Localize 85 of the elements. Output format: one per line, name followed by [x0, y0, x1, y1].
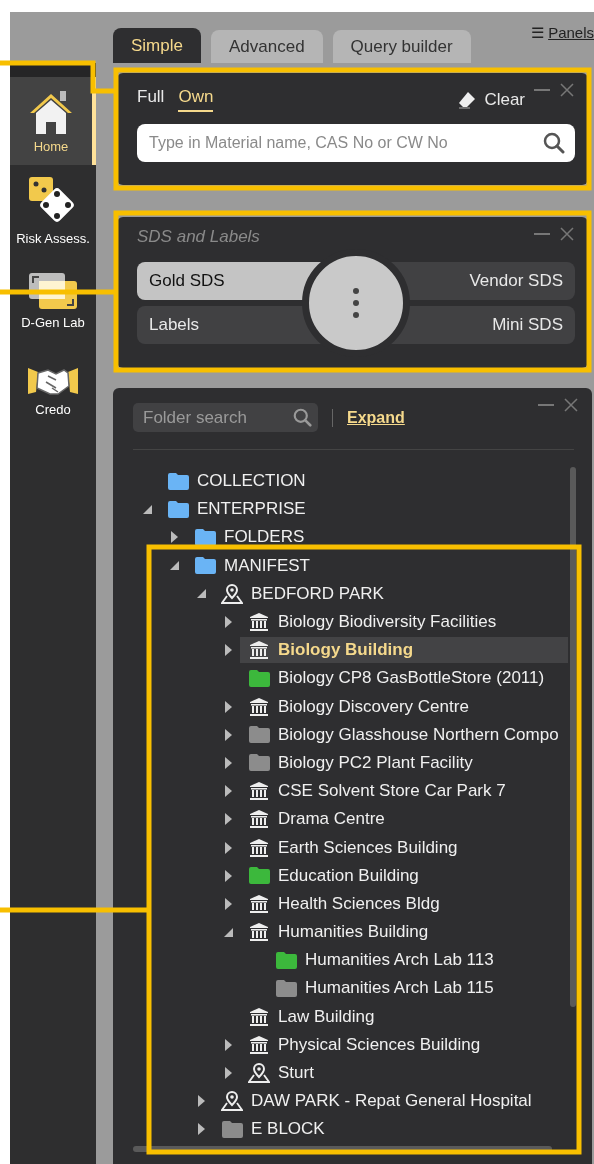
scrollbar[interactable] [570, 467, 576, 1007]
sidebar-item[interactable]: Home [10, 77, 96, 165]
search-field[interactable]: Type in Material name, CAS No or CW No [137, 124, 575, 162]
tree-item[interactable]: Earth Sciences Building [240, 834, 568, 861]
tree-item[interactable]: Humanities Arch Lab 113 [267, 947, 568, 974]
tree-item[interactable]: DAW PARK - Repat General Hospital [213, 1088, 568, 1115]
map-pin-icon [248, 1063, 270, 1084]
tree-item[interactable]: MANIFEST [186, 552, 568, 579]
expand-arrow-icon[interactable] [224, 841, 232, 854]
expand-arrow-icon[interactable] [224, 1038, 232, 1051]
tab[interactable]: Simple [113, 28, 201, 63]
close-icon[interactable] [560, 83, 574, 97]
sidebar-item[interactable]: Risk Assess. [10, 165, 96, 255]
tab[interactable]: Query builder [332, 30, 471, 63]
tree-item[interactable]: Health Sciences Bldg [240, 890, 568, 917]
expand-arrow-icon[interactable] [224, 813, 232, 826]
tree-item[interactable]: BEDFORD PARK [213, 580, 568, 607]
expand-arrow-icon[interactable] [224, 700, 232, 713]
menu-icon[interactable]: ☰ [531, 24, 545, 42]
mode-tab[interactable]: Own [178, 87, 214, 112]
expand-arrow-icon[interactable] [197, 1095, 205, 1108]
tree-item[interactable]: Education Building [240, 862, 568, 889]
sidebar-item[interactable]: Credo [10, 345, 96, 435]
scrollbar[interactable] [133, 1146, 552, 1152]
tree-item[interactable]: Humanities Building [240, 919, 568, 946]
minimize-icon[interactable] [534, 88, 550, 92]
windows-icon [27, 270, 79, 311]
building-icon [250, 1035, 268, 1054]
map-pin-icon [221, 1091, 243, 1112]
tree-item[interactable]: E BLOCK [213, 1116, 568, 1143]
expand-arrow-icon[interactable] [224, 897, 232, 910]
tree-item[interactable]: Biology Building [240, 637, 568, 664]
building-icon [250, 613, 268, 632]
expand-arrow-icon[interactable] [224, 756, 232, 769]
tree-item[interactable]: Biology CP8 GasBottleStore (2011) [240, 665, 568, 692]
sidebar-item[interactable]: D-Gen Lab [10, 255, 96, 345]
eraser-icon [458, 90, 477, 109]
expand-arrow-icon[interactable] [224, 869, 232, 882]
expand-arrow-icon[interactable] [224, 785, 232, 798]
tree-item[interactable]: COLLECTION [159, 468, 568, 495]
collapse-arrow-icon[interactable] [196, 589, 206, 599]
tree-item[interactable]: Biology Discovery Centre [240, 693, 568, 720]
building-icon [250, 1007, 268, 1026]
expand-arrow-icon[interactable] [224, 616, 232, 629]
mode-tab[interactable]: Full [137, 87, 165, 112]
tree-item[interactable]: Physical Sciences Building [240, 1031, 568, 1058]
close-icon[interactable] [564, 398, 578, 412]
building-icon [250, 782, 268, 801]
tree-item[interactable]: Humanities Arch Lab 115 [267, 975, 568, 1002]
map-pin-icon [221, 583, 243, 604]
tree-item[interactable]: Biology Biodiversity Facilities [240, 609, 568, 636]
tab[interactable]: Advanced [210, 30, 323, 63]
folder-search-field[interactable]: Folder search [133, 403, 318, 432]
tree-item[interactable]: Law Building [240, 1003, 568, 1030]
expand-arrow-icon[interactable] [224, 1067, 232, 1080]
clear-button[interactable]: Clear [458, 89, 525, 110]
tree-item[interactable]: Biology PC2 Plant Facility [240, 749, 568, 776]
panels-link[interactable]: Panels [548, 24, 594, 42]
close-icon[interactable] [560, 227, 574, 241]
collapse-arrow-icon[interactable] [142, 504, 152, 514]
expand-arrow-icon[interactable] [224, 644, 232, 657]
tree-item[interactable]: Sturt [240, 1060, 568, 1087]
collapse-arrow-icon[interactable] [169, 561, 179, 571]
expand-arrow-icon[interactable] [170, 531, 178, 544]
tree-item[interactable]: CSE Solvent Store Car Park 7 [240, 778, 568, 805]
building-icon [250, 697, 268, 716]
expand-arrow-icon[interactable] [197, 1123, 205, 1136]
building-icon [250, 641, 268, 660]
tree-item[interactable]: Drama Centre [240, 806, 568, 833]
tree-item[interactable]: FOLDERS [186, 524, 568, 551]
building-icon [250, 894, 268, 913]
building-icon [250, 923, 268, 942]
kebab-icon [353, 288, 359, 318]
minimize-icon[interactable] [534, 232, 550, 236]
expand-arrow-icon[interactable] [224, 728, 232, 741]
tree-item[interactable]: Biology Glasshouse Northern Compo [240, 721, 568, 748]
search-icon [293, 408, 312, 427]
building-icon [250, 810, 268, 829]
search-icon [543, 132, 565, 154]
expand-link[interactable]: Expand [347, 408, 405, 427]
collapse-arrow-icon[interactable] [223, 927, 233, 937]
panel-title: SDS and Labels [137, 227, 260, 247]
building-icon [250, 838, 268, 857]
tree-item[interactable]: ENTERPRISE [159, 496, 568, 523]
minimize-icon[interactable] [538, 403, 554, 407]
